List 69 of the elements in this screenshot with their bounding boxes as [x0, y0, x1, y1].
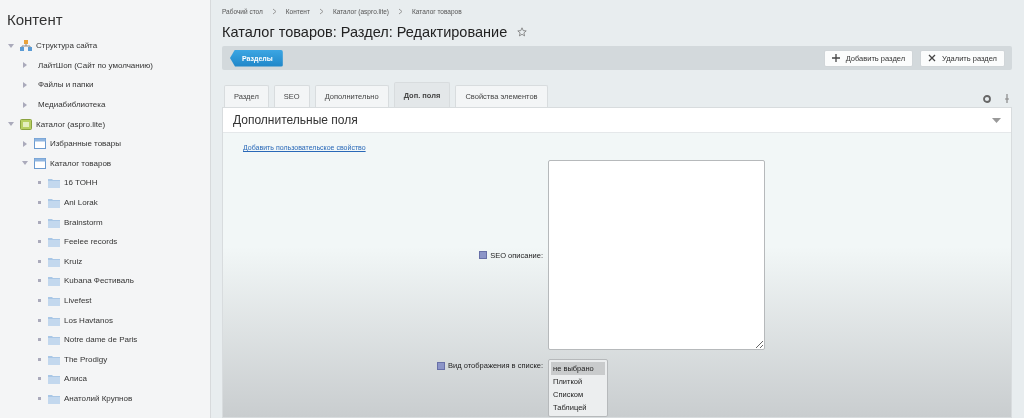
list-icon — [34, 157, 46, 169]
bullet-icon — [37, 299, 41, 302]
folder-icon — [48, 314, 60, 326]
folder-icon — [48, 373, 60, 385]
sitemap-icon — [20, 40, 32, 52]
plus-icon — [831, 54, 840, 63]
folder-icon — [48, 393, 60, 404]
collapse-arrow-icon[interactable] — [8, 43, 14, 48]
tree-item[interactable]: Livefest — [64, 296, 92, 305]
tree-item[interactable]: 16 ТОНН — [64, 178, 98, 188]
folder-icon — [48, 177, 60, 189]
tree-item[interactable]: Каталог товаров — [50, 158, 112, 168]
star-icon[interactable] — [517, 26, 528, 37]
tree-item[interactable]: ЛайтШоп (Сайт по умолчанию) — [38, 60, 153, 70]
tree-item[interactable]: Kruiz — [64, 256, 83, 266]
folder-icon — [48, 353, 60, 365]
chevron-icon — [318, 7, 324, 15]
bullet-icon — [37, 397, 41, 400]
catalog-icon — [20, 118, 32, 130]
collapse-caret-icon[interactable] — [992, 117, 1001, 123]
bullet-icon — [37, 240, 41, 244]
folder-icon — [48, 334, 60, 346]
expand-arrow-icon[interactable] — [23, 140, 27, 147]
folder-icon — [48, 295, 60, 306]
close-icon — [928, 54, 937, 63]
pin-icon[interactable] — [1004, 94, 1010, 103]
expand-arrow-icon[interactable] — [23, 82, 27, 88]
list-icon — [34, 138, 46, 150]
tree-item[interactable]: The Prodigy — [64, 354, 108, 364]
tree-item[interactable]: Ani Lorak — [64, 198, 98, 208]
tree-item[interactable]: Los Havtanos — [64, 315, 113, 325]
bullet-icon — [37, 259, 41, 263]
square-icon — [479, 251, 488, 259]
tree-item[interactable]: Файлы и папки — [38, 80, 94, 90]
collapse-arrow-icon[interactable] — [22, 161, 28, 166]
expand-arrow-icon[interactable] — [23, 62, 27, 69]
tree-item[interactable]: Notre dame de Paris — [64, 335, 138, 345]
tree-item[interactable]: Каталог (aspro.lite) — [36, 119, 106, 129]
folder-icon — [48, 275, 60, 287]
folder-icon — [48, 255, 60, 267]
bullet-icon — [37, 377, 41, 381]
folder-icon — [48, 236, 60, 248]
tree-item[interactable]: Медиабиблиотека — [38, 100, 106, 110]
tree-item[interactable]: Алиса — [64, 374, 87, 384]
chevron-icon — [398, 7, 404, 15]
folder-icon — [48, 197, 60, 209]
bullet-icon — [37, 318, 41, 322]
tree-item[interactable]: Анатолий Крупнов — [64, 394, 133, 403]
page-title: Каталог товаров: Раздел: Редактирование — [222, 23, 508, 40]
bullet-icon — [37, 181, 41, 185]
settings-icon[interactable] — [983, 95, 991, 103]
tree-item[interactable]: Структура сайта — [36, 41, 98, 51]
square-icon — [437, 361, 446, 370]
panel-title: Дополнительные поля — [233, 113, 358, 127]
tree-item[interactable]: Feelee records — [64, 237, 118, 247]
chevron-icon — [271, 7, 277, 15]
tree-item[interactable]: Kubana Фестиваль — [64, 276, 134, 286]
tree-item[interactable]: Brainstorm — [64, 217, 103, 227]
bullet-icon — [37, 338, 41, 342]
sidebar-title: Контент — [6, 10, 64, 30]
tree-item[interactable]: Избранные товары — [50, 139, 121, 149]
folder-icon — [48, 216, 60, 228]
bullet-icon — [37, 357, 41, 361]
bullet-icon — [37, 220, 41, 224]
expand-arrow-icon[interactable] — [23, 101, 27, 108]
seo-description-field[interactable] — [548, 160, 765, 350]
collapse-arrow-icon[interactable] — [8, 122, 14, 127]
bullet-icon — [37, 201, 41, 205]
bullet-icon — [37, 279, 41, 283]
